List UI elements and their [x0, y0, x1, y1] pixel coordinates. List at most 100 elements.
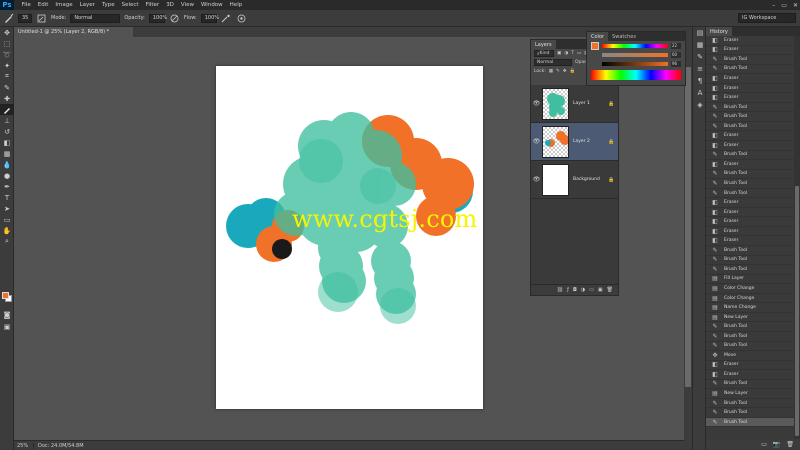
- menu-view[interactable]: View: [177, 2, 197, 8]
- menu-filter[interactable]: Filter: [142, 2, 163, 8]
- marquee-tool-icon[interactable]: ⬚: [0, 38, 14, 49]
- minimize-icon[interactable]: –: [772, 2, 775, 9]
- lock-position-icon[interactable]: ✥: [563, 69, 567, 74]
- history-item[interactable]: ✎ Brush Tool: [706, 189, 794, 199]
- pen-tool-icon[interactable]: ✒: [0, 181, 14, 192]
- history-panel-icon[interactable]: ▤: [693, 27, 707, 39]
- history-item[interactable]: ▤ Color Change: [706, 294, 794, 304]
- history-item[interactable]: ▤ Color Change: [706, 284, 794, 294]
- history-item[interactable]: ✎ Brush Tool: [706, 246, 794, 256]
- history-item[interactable]: ◧ Eraser: [706, 74, 794, 84]
- history-item[interactable]: ▤ Name Change: [706, 303, 794, 313]
- dodge-tool-icon[interactable]: ●: [0, 170, 14, 181]
- crop-tool-icon[interactable]: ⌗: [0, 71, 14, 82]
- history-item[interactable]: ▤ Fill Layer: [706, 275, 794, 285]
- history-item[interactable]: ◧ Eraser: [706, 361, 794, 371]
- canvas-vertical-scrollbar[interactable]: [684, 27, 692, 450]
- brush-tool-icon[interactable]: [0, 104, 14, 115]
- history-item[interactable]: ✎ Brush Tool: [706, 65, 794, 75]
- menu-help[interactable]: Help: [226, 2, 246, 8]
- layer-row-layer-1[interactable]: 👁 Layer 1 🔒: [531, 85, 618, 123]
- tab-swatches[interactable]: Swatches: [608, 32, 640, 41]
- history-item[interactable]: ✎ Brush Tool: [706, 322, 794, 332]
- layer-kind-label[interactable]: Kind: [540, 51, 550, 56]
- quick-select-tool-icon[interactable]: ✦: [0, 60, 14, 71]
- history-item[interactable]: ◧ Eraser: [706, 217, 794, 227]
- saturation-slider[interactable]: [602, 52, 668, 57]
- delete-state-icon[interactable]: 🗑: [786, 441, 794, 448]
- pixel-filter-icon[interactable]: ▣: [557, 51, 561, 56]
- history-item[interactable]: ✎ Brush Tool: [706, 170, 794, 180]
- gradient-tool-icon[interactable]: ▦: [0, 148, 14, 159]
- history-item[interactable]: ✥ Move: [706, 351, 794, 361]
- blur-tool-icon[interactable]: 💧: [0, 159, 14, 170]
- history-item[interactable]: ◧ Eraser: [706, 198, 794, 208]
- history-item[interactable]: ✎ Brush Tool: [706, 151, 794, 161]
- brush-presets-panel-icon[interactable]: ✎: [693, 51, 707, 63]
- history-scrollbar[interactable]: [794, 36, 800, 439]
- adjustment-filter-icon[interactable]: ◑: [564, 51, 568, 56]
- visibility-eye-icon[interactable]: 👁: [531, 138, 542, 145]
- menu-layer[interactable]: Layer: [76, 2, 98, 8]
- foreground-color-swatch[interactable]: [2, 292, 9, 299]
- airbrush-icon[interactable]: [221, 13, 232, 23]
- history-item[interactable]: ◧ Eraser: [706, 141, 794, 151]
- type-tool-icon[interactable]: T: [0, 192, 14, 203]
- hue-slider[interactable]: [602, 43, 668, 48]
- brush-size-picker[interactable]: 35: [18, 13, 32, 23]
- close-icon[interactable]: ✕: [793, 2, 798, 9]
- menu-window[interactable]: Window: [197, 2, 226, 8]
- channels-panel-icon[interactable]: ◈: [693, 99, 707, 111]
- path-select-tool-icon[interactable]: ➤: [0, 203, 14, 214]
- history-item[interactable]: ✎ Brush Tool: [706, 408, 794, 418]
- snapshot-icon[interactable]: 📷: [773, 441, 780, 448]
- menu-image[interactable]: Image: [52, 2, 76, 8]
- shape-filter-icon[interactable]: ▭: [577, 51, 581, 56]
- eraser-tool-icon[interactable]: ◧: [0, 137, 14, 148]
- hue-value[interactable]: 22: [671, 42, 681, 49]
- history-item[interactable]: ◧ Eraser: [706, 46, 794, 56]
- layer-row-layer-2[interactable]: 👁 Layer 2 🔒: [531, 123, 618, 161]
- brush-preset-icon[interactable]: [3, 13, 14, 23]
- history-item[interactable]: ✎ Brush Tool: [706, 342, 794, 352]
- pressure-opacity-icon[interactable]: [169, 13, 180, 23]
- menu-3d[interactable]: 3D: [163, 2, 178, 8]
- tab-layers[interactable]: Layers: [531, 40, 556, 49]
- document-tab[interactable]: Untitled-1 @ 25% (Layer 2, RGB/8) *: [14, 27, 134, 37]
- menu-edit[interactable]: Edit: [34, 2, 52, 8]
- history-item[interactable]: ◧ Eraser: [706, 93, 794, 103]
- history-item[interactable]: ✎ Brush Tool: [706, 103, 794, 113]
- eyedropper-tool-icon[interactable]: ✎: [0, 82, 14, 93]
- type-filter-icon[interactable]: T: [571, 51, 574, 56]
- opacity-input[interactable]: 100%: [148, 13, 167, 23]
- clone-stamp-tool-icon[interactable]: ⊥: [0, 115, 14, 126]
- history-item[interactable]: ◧ Eraser: [706, 236, 794, 247]
- lock-all-icon[interactable]: 🔒: [570, 69, 576, 74]
- new-group-icon[interactable]: ▭: [589, 287, 594, 293]
- history-item[interactable]: ✎ Brush Tool: [706, 332, 794, 342]
- blend-mode-select[interactable]: Normal: [534, 59, 572, 66]
- workspace-select[interactable]: IG Workspace: [738, 13, 796, 23]
- history-scroll-thumb[interactable]: [795, 186, 799, 436]
- foreground-swatch-mini[interactable]: [591, 41, 599, 50]
- history-item[interactable]: ✎ Brush Tool: [706, 122, 794, 132]
- visibility-eye-icon[interactable]: 👁: [531, 100, 542, 107]
- hand-tool-icon[interactable]: ✋: [0, 225, 14, 236]
- screen-mode-icon[interactable]: ▣: [0, 321, 14, 332]
- history-item[interactable]: ◧ Eraser: [706, 160, 794, 170]
- menu-file[interactable]: File: [18, 2, 34, 8]
- new-layer-icon[interactable]: ▣: [598, 287, 603, 293]
- maximize-icon[interactable]: ▭: [781, 2, 787, 9]
- color-spectrum-ramp[interactable]: [591, 70, 681, 80]
- layer-style-icon[interactable]: ƒ: [567, 287, 569, 293]
- zoom-tool-icon[interactable]: ⌕: [0, 236, 14, 247]
- menu-type[interactable]: Type: [98, 2, 118, 8]
- layer-row-background[interactable]: 👁 Background 🔒: [531, 161, 618, 199]
- pressure-size-icon[interactable]: [236, 13, 247, 23]
- brightness-slider[interactable]: [602, 61, 668, 66]
- document-canvas[interactable]: [216, 66, 483, 409]
- lock-pixels-icon[interactable]: ✎: [556, 69, 560, 74]
- history-item[interactable]: ◧ Eraser: [706, 227, 794, 237]
- history-item[interactable]: ✎ Brush Tool: [706, 256, 794, 266]
- tab-history[interactable]: History: [706, 27, 732, 36]
